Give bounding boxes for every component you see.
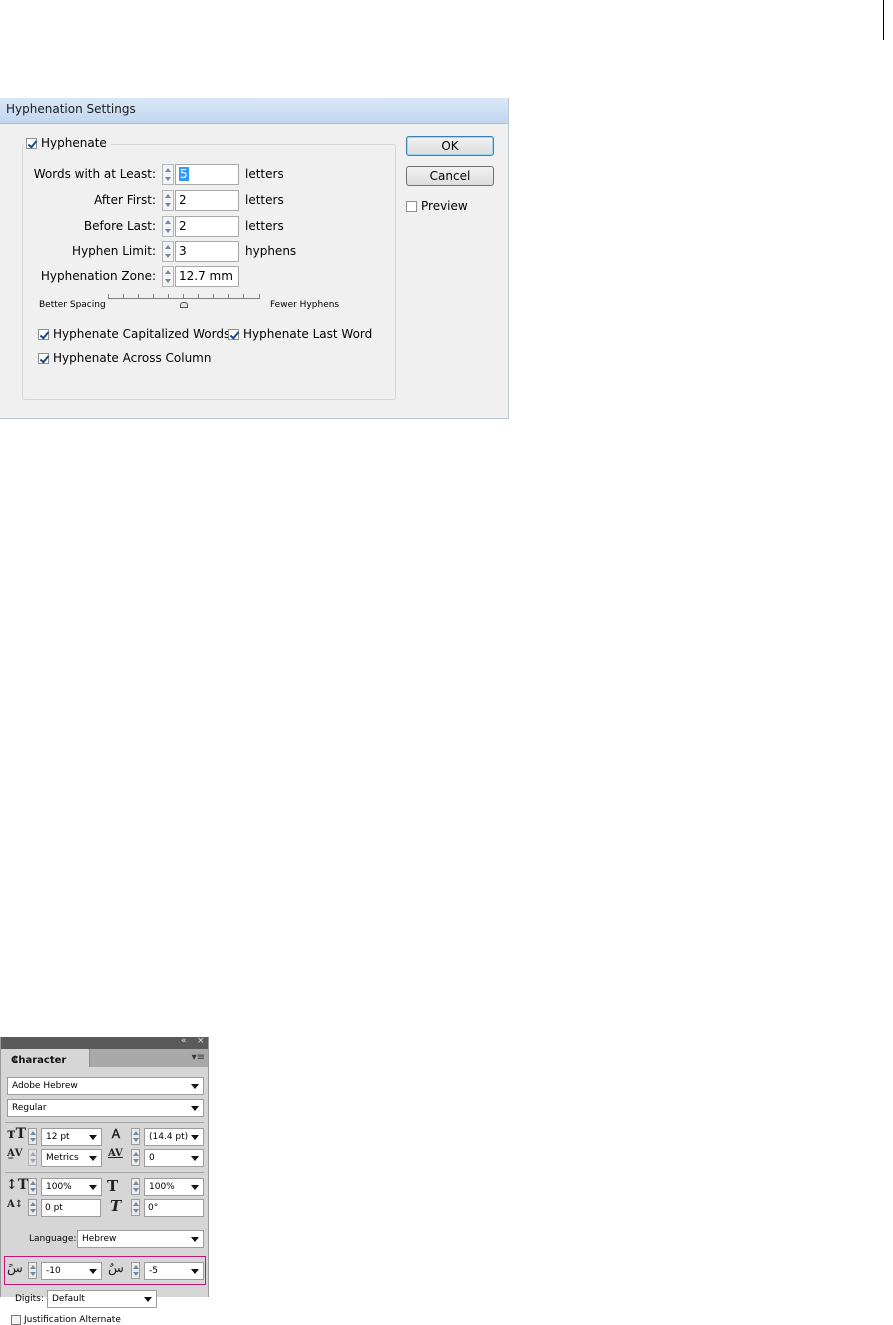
chevron-down-icon: [191, 1084, 199, 1089]
last-word-option[interactable]: Hyphenate Last Word: [228, 327, 372, 341]
words-at-least-stepper[interactable]: [162, 164, 174, 185]
collapse-panel-icon[interactable]: «: [181, 1036, 187, 1046]
before-last-stepper[interactable]: [162, 216, 174, 237]
after-first-input[interactable]: 2: [175, 190, 239, 211]
font-size-dropdown[interactable]: 12 pt: [41, 1128, 102, 1146]
panel-tab-bar: ⇕ Character ▾≡: [1, 1049, 208, 1067]
after-first-row: After First:: [0, 190, 156, 212]
hyphenate-checkbox[interactable]: [26, 137, 37, 149]
after-first-unit: letters: [245, 193, 284, 207]
font-size-stepper[interactable]: [28, 1128, 37, 1145]
close-panel-icon[interactable]: ×: [197, 1036, 205, 1046]
before-last-row: Before Last:: [0, 216, 156, 238]
words-at-least-row: Words with at Least:: [0, 164, 156, 186]
cancel-button[interactable]: Cancel: [406, 166, 494, 186]
tracking-icon: AV: [108, 1148, 123, 1159]
chevron-down-icon: [191, 1106, 199, 1111]
diacritic-y-dropdown[interactable]: -5: [144, 1262, 204, 1280]
before-last-label: Before Last:: [83, 219, 156, 233]
after-first-stepper[interactable]: [162, 190, 174, 211]
capitalized-words-option[interactable]: Hyphenate Capitalized Words: [38, 327, 230, 341]
hyphenation-zone-stepper[interactable]: [162, 266, 174, 287]
panel-menu-icon[interactable]: ▾≡: [192, 1052, 205, 1063]
diacritic-y-icon: سٌ: [108, 1261, 124, 1276]
divider: [5, 1172, 204, 1173]
font-family-dropdown[interactable]: Adobe Hebrew: [7, 1077, 204, 1095]
spacing-slider-track[interactable]: [108, 294, 260, 299]
across-column-checkbox[interactable]: [38, 352, 49, 364]
justification-alternate-checkbox[interactable]: [11, 1315, 21, 1325]
hyphenate-label: Hyphenate: [41, 136, 107, 150]
horizontal-scale-icon: T: [107, 1177, 119, 1195]
justification-alternate-label: Justification Alternate: [24, 1315, 121, 1325]
skew-icon: T: [110, 1197, 122, 1215]
kerning-stepper[interactable]: [28, 1149, 37, 1166]
before-last-unit: letters: [245, 219, 284, 233]
language-dropdown[interactable]: Hebrew: [77, 1230, 204, 1248]
panel-header-strip: « ×: [1, 1036, 208, 1049]
diacritic-y-stepper[interactable]: [131, 1262, 140, 1279]
kerning-icon: A̲V: [7, 1148, 23, 1159]
tab-character[interactable]: ⇕ Character: [1, 1049, 90, 1067]
across-column-option[interactable]: Hyphenate Across Column: [38, 351, 211, 365]
vertical-scale-icon: ↕T: [6, 1177, 29, 1193]
words-at-least-unit: letters: [245, 167, 284, 181]
words-at-least-label: Words with at Least:: [33, 167, 156, 181]
diacritic-x-dropdown[interactable]: -10: [41, 1262, 102, 1280]
leading-dropdown[interactable]: (14.4 pt): [144, 1128, 204, 1146]
hyphenate-checkbox-row[interactable]: Hyphenate: [24, 135, 111, 151]
last-word-label: Hyphenate Last Word: [243, 327, 373, 341]
preview-checkbox[interactable]: [406, 200, 417, 212]
horizontal-scale-stepper[interactable]: [131, 1178, 140, 1195]
hyphen-limit-input[interactable]: 3: [175, 241, 239, 262]
diacritic-x-icon: سً: [7, 1261, 23, 1276]
page-margin-mark: [883, 0, 884, 40]
tracking-stepper[interactable]: [131, 1149, 140, 1166]
vertical-scale-stepper[interactable]: [28, 1178, 37, 1195]
font-size-icon: ᴛT: [7, 1126, 27, 1142]
words-at-least-input[interactable]: 5: [175, 164, 239, 185]
hyphenation-zone-label: Hyphenation Zone:: [40, 269, 156, 283]
last-word-checkbox[interactable]: [228, 328, 239, 340]
slider-left-label: Better Spacing: [39, 300, 106, 310]
dialog-title: Hyphenation Settings: [6, 102, 136, 116]
preview-option[interactable]: Preview: [406, 199, 468, 213]
dialog-title-bar: Hyphenation Settings: [0, 98, 508, 124]
hyphen-limit-stepper[interactable]: [162, 241, 174, 262]
skew-stepper[interactable]: [131, 1199, 140, 1216]
across-column-label: Hyphenate Across Column: [53, 351, 212, 365]
hyphen-limit-unit: hyphens: [245, 244, 297, 258]
character-panel: « × ⇕ Character ▾≡ Adobe Hebrew Regular …: [0, 1036, 209, 1325]
capitalized-words-label: Hyphenate Capitalized Words: [53, 327, 231, 341]
diacritic-x-stepper[interactable]: [28, 1262, 37, 1279]
before-last-input[interactable]: 2: [175, 216, 239, 237]
horizontal-scale-dropdown[interactable]: 100%: [144, 1178, 204, 1196]
language-label: Language:: [29, 1234, 77, 1244]
hyphenation-settings-dialog: Hyphenation Settings Hyphenate Words wit…: [0, 98, 509, 419]
divider: [5, 1122, 204, 1123]
font-style-dropdown[interactable]: Regular: [7, 1099, 204, 1117]
baseline-shift-icon: A↕: [7, 1199, 24, 1210]
leading-stepper[interactable]: [131, 1128, 140, 1145]
dialog-body: Hyphenate Words with at Least: 5 letters…: [0, 124, 508, 418]
baseline-shift-stepper[interactable]: [28, 1199, 37, 1216]
digits-dropdown[interactable]: Default: [47, 1290, 157, 1308]
digits-label: Digits:: [15, 1294, 44, 1304]
preview-label: Preview: [421, 199, 468, 213]
hyphen-limit-label: Hyphen Limit:: [72, 244, 156, 258]
hyphenation-zone-row: Hyphenation Zone:: [0, 266, 156, 288]
baseline-shift-input[interactable]: 0 pt: [41, 1199, 101, 1217]
spacing-slider-thumb[interactable]: [180, 302, 188, 308]
skew-input[interactable]: 0°: [144, 1199, 204, 1217]
hyphenation-zone-input[interactable]: 12.7 mm: [175, 266, 239, 287]
capitalized-words-checkbox[interactable]: [38, 328, 49, 340]
ok-button[interactable]: OK: [406, 136, 494, 156]
hyphen-limit-row: Hyphen Limit:: [0, 241, 156, 263]
tracking-dropdown[interactable]: 0: [144, 1149, 204, 1167]
vertical-scale-dropdown[interactable]: 100%: [41, 1178, 102, 1196]
after-first-label: After First:: [94, 193, 156, 207]
kerning-dropdown[interactable]: Metrics: [41, 1149, 102, 1167]
leading-icon: Ａ: [110, 1127, 123, 1141]
slider-right-label: Fewer Hyphens: [270, 300, 340, 310]
